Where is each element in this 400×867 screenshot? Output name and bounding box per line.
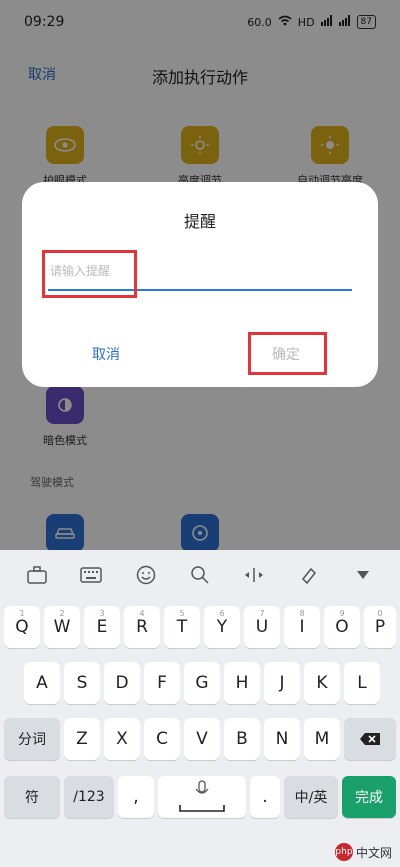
space-bar-icon [179, 805, 225, 812]
key-o[interactable]: 9O [324, 606, 360, 648]
watermark: php 中文网 [334, 843, 392, 861]
key-numbers[interactable]: /123 [64, 776, 114, 818]
php-logo-icon: php [334, 843, 353, 861]
key-g[interactable]: G [184, 662, 220, 704]
key-period[interactable]: . [250, 776, 280, 818]
collapse-keyboard-icon[interactable] [351, 563, 375, 587]
key-row-1: 1Q 2W 3E 4R 5T 6Y 7U 8I 9O 0P [0, 606, 400, 652]
key-r[interactable]: 4R [124, 606, 160, 648]
reminder-dialog: 提醒 请输入提醒 取消 确定 [22, 182, 378, 387]
dialog-cancel-button[interactable]: 取消 [92, 344, 120, 364]
key-a[interactable]: A [24, 662, 60, 704]
key-w[interactable]: 2W [44, 606, 80, 648]
key-language[interactable]: 中/英 [284, 776, 338, 818]
key-row-4: 符 /123 , . 中/英 完成 [0, 776, 400, 822]
dialog-title: 提醒 [183, 212, 216, 231]
key-segment[interactable]: 分词 [4, 718, 60, 760]
key-j[interactable]: J [264, 662, 300, 704]
keyboard-toolbar [0, 550, 400, 600]
done-key[interactable]: 完成 [342, 776, 396, 818]
key-s[interactable]: S [64, 662, 100, 704]
key-b[interactable]: B [224, 718, 260, 760]
soft-keyboard: 1Q 2W 3E 4R 5T 6Y 7U 8I 9O 0P A S D F G … [0, 550, 400, 867]
search-icon[interactable] [188, 563, 212, 587]
key-e[interactable]: 3E [84, 606, 120, 648]
key-u[interactable]: 7U [244, 606, 280, 648]
ok-highlight-box [248, 332, 327, 375]
key-l[interactable]: L [344, 662, 380, 704]
cursor-move-icon[interactable] [242, 563, 266, 587]
keyboard-layout-icon[interactable] [79, 563, 103, 587]
clipboard-icon[interactable] [297, 563, 321, 587]
key-symbols[interactable]: 符 [4, 776, 60, 818]
microphone-icon [195, 780, 209, 794]
key-y[interactable]: 6Y [204, 606, 240, 648]
backspace-icon [360, 733, 380, 745]
key-n[interactable]: N [264, 718, 300, 760]
key-comma[interactable]: , [118, 776, 154, 818]
key-m[interactable]: M [304, 718, 340, 760]
key-h[interactable]: H [224, 662, 260, 704]
key-z[interactable]: Z [64, 718, 100, 760]
key-q[interactable]: 1Q [4, 606, 40, 648]
key-k[interactable]: K [304, 662, 340, 704]
key-i[interactable]: 8I [284, 606, 320, 648]
key-x[interactable]: X [104, 718, 140, 760]
watermark-text: 中文网 [355, 845, 392, 860]
toolbox-icon[interactable] [25, 563, 49, 587]
key-v[interactable]: V [184, 718, 220, 760]
input-highlight-box [42, 250, 137, 298]
key-row-2: A S D F G H J K L [0, 662, 400, 708]
space-key[interactable] [158, 776, 246, 818]
key-t[interactable]: 5T [164, 606, 200, 648]
key-p[interactable]: 0P [364, 606, 396, 648]
key-f[interactable]: F [144, 662, 180, 704]
key-row-3: 分词 Z X C V B N M [0, 718, 400, 764]
key-c[interactable]: C [144, 718, 180, 760]
emoji-icon[interactable] [134, 563, 158, 587]
backspace-key[interactable] [344, 718, 396, 760]
key-d[interactable]: D [104, 662, 140, 704]
